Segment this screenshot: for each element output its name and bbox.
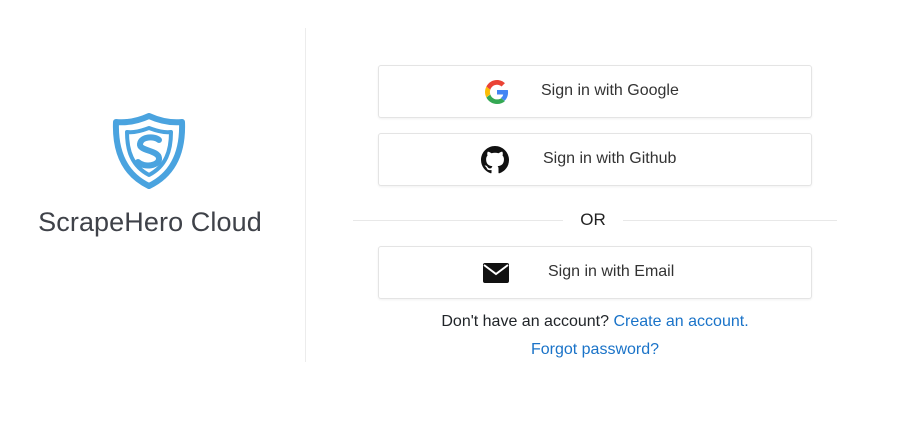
or-line-right [623, 220, 837, 221]
forgot-password-link[interactable]: Forgot password? [531, 341, 659, 358]
sign-in-google-button[interactable]: Sign in with Google [378, 65, 812, 118]
or-line-left [353, 220, 563, 221]
envelope-icon [483, 263, 509, 287]
vertical-divider [305, 28, 306, 362]
sign-in-email-label: Sign in with Email [548, 263, 675, 280]
sign-in-github-label: Sign in with Github [543, 150, 677, 167]
signup-prompt: Don't have an account? Create an account… [378, 313, 812, 331]
forgot-password-row: Forgot password? [378, 341, 812, 359]
scrapehero-logo-icon [112, 113, 186, 189]
or-separator: OR [353, 209, 837, 231]
google-icon [485, 80, 509, 104]
brand-name: ScrapeHero Cloud [38, 207, 262, 237]
brand-panel: ScrapeHero Cloud [0, 0, 305, 426]
create-account-link[interactable]: Create an account. [613, 313, 748, 330]
no-account-text: Don't have an account? [441, 313, 609, 330]
sign-in-google-label: Sign in with Google [541, 82, 679, 99]
or-label: OR [580, 210, 606, 229]
login-page: ScrapeHero Cloud Sign in with Google Sig… [0, 0, 900, 426]
sign-in-github-button[interactable]: Sign in with Github [378, 133, 812, 186]
sign-in-email-button[interactable]: Sign in with Email [378, 246, 812, 299]
github-icon [481, 146, 509, 174]
